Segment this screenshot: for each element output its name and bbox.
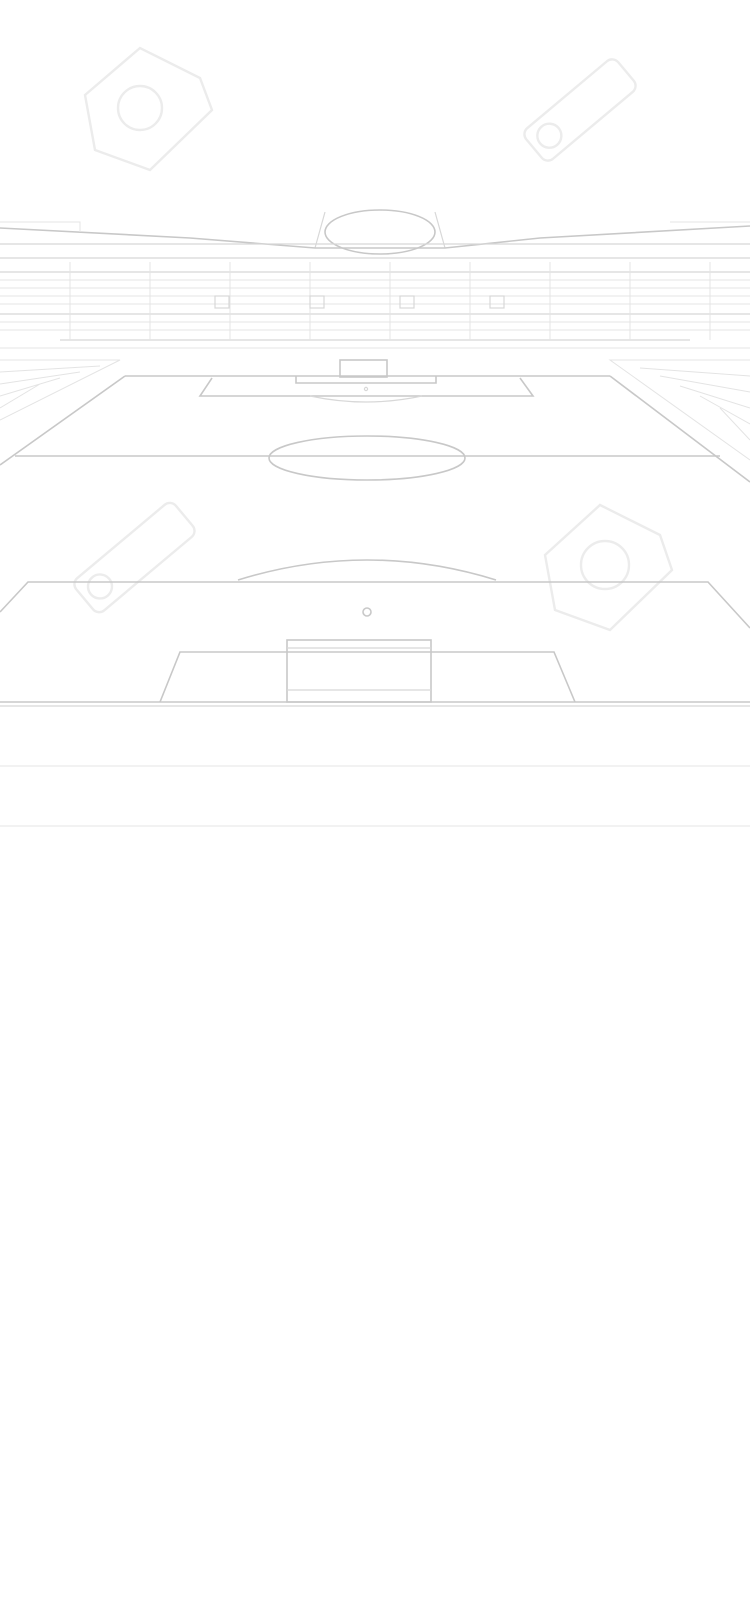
stadium-background [0, 0, 750, 1624]
stadium-roof [0, 209, 750, 259]
side-stands [0, 359, 750, 461]
watermark-logo-mid-left [73, 501, 196, 614]
stadium-sketch [0, 46, 750, 827]
upper-stands [0, 262, 750, 349]
watermark-logo-top-left [83, 46, 214, 172]
ground-lines [0, 765, 750, 827]
watermark-logo-top-right [523, 58, 637, 162]
watermark-logo-mid-right [543, 503, 674, 632]
football-pitch [0, 359, 750, 707]
